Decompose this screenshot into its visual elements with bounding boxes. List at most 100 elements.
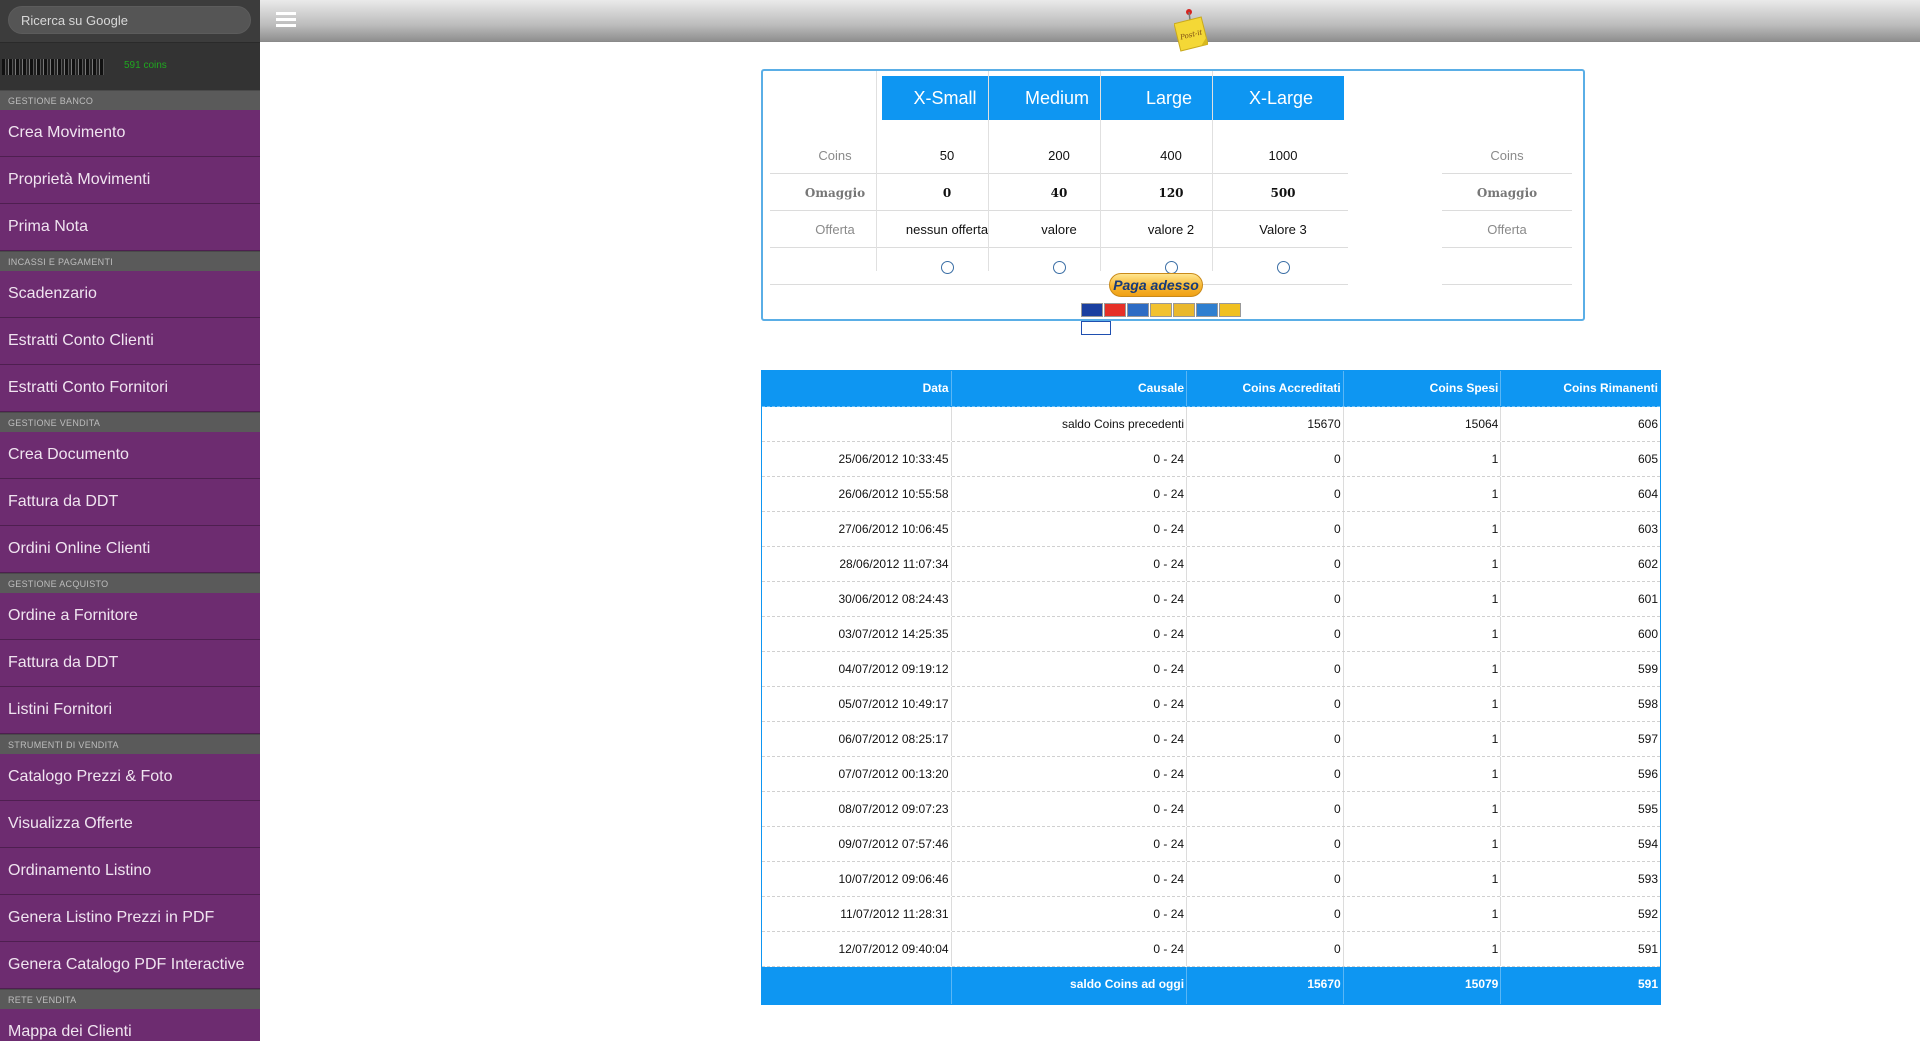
column-header-coins-rimanenti[interactable]: Coins Rimanenti [1501, 371, 1660, 406]
sidebar-menu-item[interactable]: Catalogo Prezzi & Foto [0, 754, 260, 801]
column-header-coins-accreditati[interactable]: Coins Accreditati [1187, 371, 1344, 406]
sidebar-menu-item[interactable]: Proprietà Movimenti [0, 157, 260, 204]
cell-date: 03/07/2012 14:25:35 [762, 617, 952, 651]
sidebar-menu-item[interactable]: Crea Movimento [0, 110, 260, 157]
sidebar-menu-item[interactable]: Genera Catalogo PDF Interactive [0, 942, 260, 989]
mastercard-icon [1104, 303, 1126, 317]
post-it-note-icon: Post-it [1173, 8, 1209, 54]
footer-coins-accreditati: 15670 [1187, 967, 1344, 1004]
cell-date: 04/07/2012 09:19:12 [762, 652, 952, 686]
cell-coins-spesi: 1 [1344, 442, 1502, 476]
cell-coins-accreditati: 0 [1187, 512, 1344, 546]
cell-coins-spesi: 1 [1344, 827, 1502, 861]
table-row: 25/06/2012 10:33:45 0 - 24 0 1 605 [762, 442, 1660, 477]
cell-date: 27/06/2012 10:06:45 [762, 512, 952, 546]
cell-coins-rimanenti: 594 [1637, 837, 1658, 851]
cell-date: 28/06/2012 11:07:34 [762, 547, 952, 581]
cell-coins-rimanenti: 591 [1637, 942, 1658, 956]
cell-date: 30/06/2012 08:24:43 [762, 582, 952, 616]
cell-date: 07/07/2012 00:13:20 [762, 757, 952, 791]
cell-coins-rimanenti: 598 [1637, 697, 1658, 711]
cell-coins-rimanenti: 604 [1637, 487, 1658, 501]
cell-causale: 0 - 24 [952, 687, 1188, 721]
sidebar-menu-item[interactable]: Prima Nota [0, 204, 260, 251]
user-panel: 591 coins [0, 42, 260, 90]
paypal-card-icon [1127, 303, 1149, 317]
column-separator [1212, 71, 1213, 271]
table-header-row: Data Causale Coins Accreditati Coins Spesi C… [762, 371, 1660, 407]
package-radio-row-blank [1442, 249, 1572, 285]
sidebar-menu-item[interactable]: Listini Fornitori [0, 687, 260, 734]
sidebar-section-header: INCASSI E PAGAMENTI [0, 251, 260, 271]
cell-coins-accreditati: 0 [1187, 477, 1344, 511]
visa-card-icon [1081, 303, 1103, 317]
column-header-date[interactable]: Data [762, 371, 952, 406]
sidebar-section-header: RETE VENDITA [0, 989, 260, 1009]
sidebar-section-header: STRUMENTI DI VENDITA [0, 734, 260, 754]
column-header-coins-spesi[interactable]: Coins Spesi [1344, 371, 1502, 406]
cell-coins-rimanenti: 597 [1637, 732, 1658, 746]
footer-coins-spesi: 15079 [1344, 967, 1502, 1004]
cell-causale: 0 - 24 [952, 757, 1188, 791]
sidebar-menu-item[interactable]: Scadenzario [0, 271, 260, 318]
package-column-x-large: X-Large 1000 500 Valore 3 [1214, 71, 1351, 285]
sidebar-menu-item[interactable]: Ordini Online Clienti [0, 526, 260, 573]
package-omaggio: 500 [1218, 175, 1348, 211]
card-icon [1173, 303, 1195, 317]
sidebar-menu-item[interactable]: Genera Listino Prezzi in PDF [0, 895, 260, 942]
cell-coins-accreditati: 0 [1187, 722, 1344, 756]
sidebar-menu-item[interactable]: Estratti Conto Fornitori [0, 365, 260, 412]
cell-coins-rimanenti: 603 [1637, 522, 1658, 536]
cell-coins-spesi: 1 [1344, 862, 1502, 896]
package-offerta: Valore 3 [1218, 212, 1348, 248]
sidebar-menu-item[interactable]: Mappa dei Clienti [0, 1009, 260, 1041]
cell-causale: 0 - 24 [952, 897, 1188, 931]
table-row: 12/07/2012 09:40:04 0 - 24 0 1 591 [762, 932, 1660, 967]
cell-causale: 0 - 24 [952, 722, 1188, 756]
package-radio-cell [1218, 249, 1348, 285]
sidebar-menu-item[interactable]: Visualizza Offerte [0, 801, 260, 848]
cell-date: 08/07/2012 09:07:23 [762, 792, 952, 826]
cell-date [762, 407, 952, 441]
card-icon [1150, 303, 1172, 317]
cell-coins-spesi: 1 [1344, 757, 1502, 791]
cell-coins-accreditati: 0 [1187, 932, 1344, 966]
column-header-causale[interactable]: Causale [952, 371, 1188, 406]
ricarica-paypal-icon [1081, 321, 1111, 335]
pay-now-button[interactable]: Paga adesso [1109, 273, 1203, 297]
cell-coins-spesi: 1 [1344, 477, 1502, 511]
cell-coins-spesi: 1 [1344, 792, 1502, 826]
cell-coins-rimanenti: 593 [1637, 872, 1658, 886]
footer-causale: saldo Coins ad oggi [952, 967, 1188, 1004]
sidebar-menu-item[interactable]: Ordinamento Listino [0, 848, 260, 895]
table-row: 03/07/2012 14:25:35 0 - 24 0 1 600 [762, 617, 1660, 652]
column-separator [876, 71, 877, 271]
package-radio-button[interactable] [940, 261, 954, 275]
sidebar-menu-item[interactable]: Ordine a Fornitore [0, 593, 260, 640]
username-redacted [2, 59, 104, 75]
sidebar: 591 coins GESTIONE BANCOCrea MovimentoPr… [0, 0, 260, 1041]
cell-coins-rimanenti: 599 [1637, 662, 1658, 676]
cell-coins-rimanenti: 605 [1637, 452, 1658, 466]
sidebar-menu-item[interactable]: Estratti Conto Clienti [0, 318, 260, 365]
column-separator [988, 71, 989, 271]
cell-coins-spesi: 1 [1344, 897, 1502, 931]
hamburger-menu-icon[interactable] [276, 12, 296, 28]
sidebar-menu-item[interactable]: Fattura da DDT [0, 640, 260, 687]
search-input[interactable] [8, 6, 251, 34]
sidebar-menu: GESTIONE BANCO Crea Movimento Proprietà Mo… [0, 90, 260, 1041]
package-radio-button[interactable] [1276, 261, 1290, 275]
sidebar-menu-item[interactable]: Crea Documento [0, 432, 260, 479]
cell-coins-accreditati: 0 [1187, 687, 1344, 721]
package-row-label: Omaggio [1442, 175, 1572, 211]
table-row: 26/06/2012 10:55:58 0 - 24 0 1 604 [762, 477, 1660, 512]
table-row: 06/07/2012 08:25:17 0 - 24 0 1 597 [762, 722, 1660, 757]
user-coins-badge: 591 coins [124, 60, 167, 71]
cell-date: 11/07/2012 11:28:31 [762, 897, 952, 931]
sidebar-section-header: GESTIONE ACQUISTO [0, 573, 260, 593]
sidebar-menu-item[interactable]: Fattura da DDT [0, 479, 260, 526]
postepay-card-icon [1219, 303, 1241, 317]
cell-date: 12/07/2012 09:40:04 [762, 932, 952, 966]
footer-coins-rimanenti: 591 [1637, 977, 1658, 991]
package-radio-button[interactable] [1052, 261, 1066, 275]
